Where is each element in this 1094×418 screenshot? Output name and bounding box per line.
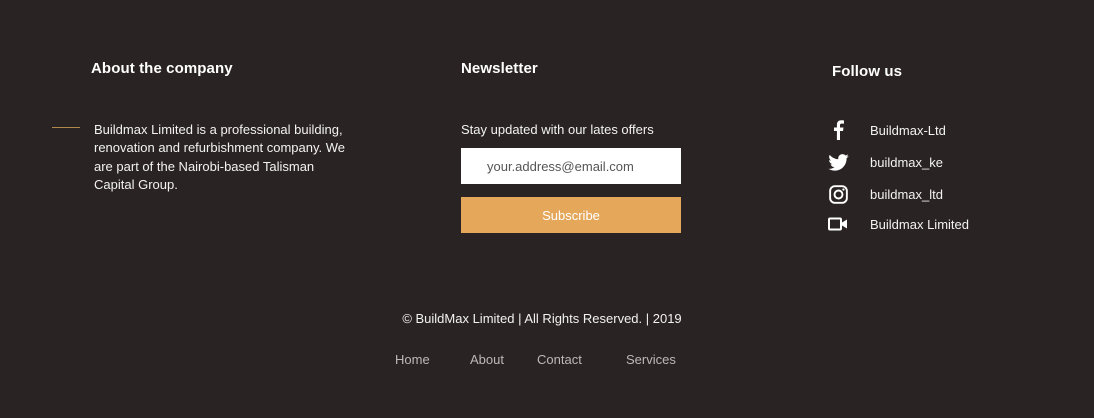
social-link-facebook[interactable]: Buildmax-Ltd bbox=[826, 118, 946, 142]
social-label-instagram: buildmax_ltd bbox=[870, 186, 943, 202]
footer-link-contact[interactable]: Contact bbox=[537, 352, 582, 367]
footer-link-services[interactable]: Services bbox=[626, 352, 676, 367]
facebook-icon bbox=[826, 118, 850, 142]
newsletter-heading: Newsletter bbox=[461, 60, 538, 77]
newsletter-subtitle: Stay updated with our lates offers bbox=[461, 122, 654, 137]
copyright-label: © BuildMax Limited | All Rights Reserved… bbox=[402, 311, 682, 326]
follow-us-heading: Follow us bbox=[832, 63, 903, 80]
email-input[interactable] bbox=[461, 148, 681, 184]
social-link-twitter[interactable]: buildmax_ke bbox=[826, 150, 943, 174]
copyright-text: © BuildMax Limited | All Rights Reserved… bbox=[0, 311, 1094, 326]
social-label-video: Buildmax Limited bbox=[870, 216, 969, 232]
footer-link-about[interactable]: About bbox=[470, 352, 504, 367]
social-label-facebook: Buildmax-Ltd bbox=[870, 122, 946, 138]
social-link-video[interactable]: Buildmax Limited bbox=[826, 212, 969, 236]
subscribe-button[interactable]: Subscribe bbox=[461, 197, 681, 233]
footer-link-home[interactable]: Home bbox=[395, 352, 430, 367]
about-accent-line bbox=[52, 127, 80, 128]
about-heading: About the company bbox=[91, 60, 233, 77]
video-camera-icon bbox=[826, 212, 850, 236]
about-text: Buildmax Limited is a professional build… bbox=[94, 122, 345, 192]
social-label-twitter: buildmax_ke bbox=[870, 154, 943, 170]
social-link-instagram[interactable]: buildmax_ltd bbox=[826, 182, 943, 206]
twitter-icon bbox=[826, 150, 850, 174]
instagram-icon bbox=[826, 182, 850, 206]
